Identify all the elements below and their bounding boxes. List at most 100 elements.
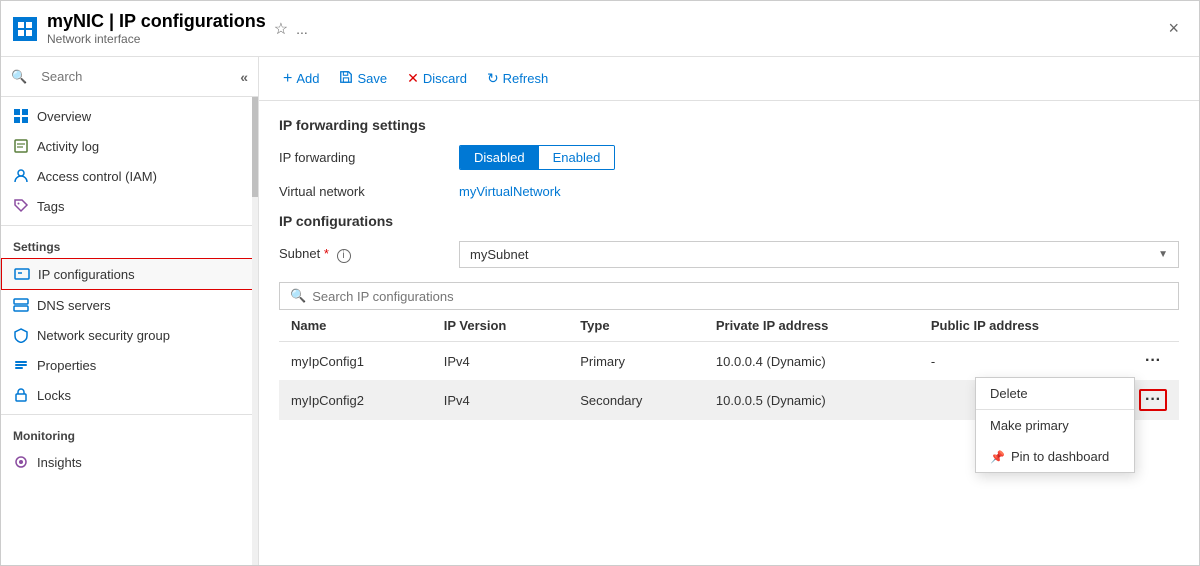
main-window: myNIC | IP configurations Network interf…: [0, 0, 1200, 566]
sidebar-item-activity-log[interactable]: Activity log: [1, 131, 258, 161]
cell-type: Primary: [568, 342, 704, 381]
tag-icon: [13, 198, 29, 214]
grid-icon: [13, 108, 29, 124]
search-icon: 🔍: [11, 69, 27, 85]
pin-icon: 📌: [990, 450, 1005, 464]
sidebar-item-label: Access control (IAM): [37, 169, 157, 184]
sidebar-item-network-security-group[interactable]: Network security group: [1, 320, 258, 350]
sidebar-item-label: Properties: [37, 358, 96, 373]
ip-config-search-input[interactable]: [312, 289, 1168, 304]
shield-icon: [13, 327, 29, 343]
sidebar-item-properties[interactable]: Properties: [1, 350, 258, 380]
log-icon: [13, 138, 29, 154]
cell-more-actions: ···: [1127, 342, 1179, 381]
context-menu-delete[interactable]: Delete: [976, 378, 1134, 410]
subnet-label: Subnet * i: [279, 246, 459, 263]
search-icon: 🔍: [290, 288, 306, 304]
ip-forwarding-section-title: IP forwarding settings: [279, 117, 1179, 133]
cell-name: myIpConfig1: [279, 342, 432, 381]
table-header-row: Name IP Version Type Private IP address …: [279, 310, 1179, 342]
sidebar-item-label: Network security group: [37, 328, 170, 343]
col-type: Type: [568, 310, 704, 342]
virtual-network-link[interactable]: myVirtualNetwork: [459, 184, 561, 199]
discard-button[interactable]: ✕ Discard: [399, 66, 475, 91]
cell-private-ip: 10.0.0.5 (Dynamic): [704, 381, 919, 420]
more-options-icon[interactable]: ...: [296, 21, 308, 37]
sidebar-item-tags[interactable]: Tags: [1, 191, 258, 221]
ip-icon: [14, 266, 30, 282]
cell-ip-version: IPv4: [432, 381, 568, 420]
refresh-button[interactable]: ↻ Refresh: [479, 66, 556, 91]
refresh-icon: ↻: [487, 70, 499, 87]
toggle-enabled-button[interactable]: Enabled: [539, 146, 615, 169]
settings-divider: [1, 225, 258, 226]
context-menu-make-primary[interactable]: Make primary: [976, 410, 1134, 441]
toggle-disabled-button[interactable]: Disabled: [460, 146, 539, 169]
col-ip-version: IP Version: [432, 310, 568, 342]
nav-list: Overview Activity log Access control (IA…: [1, 97, 258, 565]
sidebar-search-box[interactable]: 🔍 «: [1, 57, 258, 97]
add-icon: +: [283, 70, 292, 88]
context-menu-pin-dashboard[interactable]: 📌 Pin to dashboard: [976, 441, 1134, 472]
sidebar-item-ip-configurations[interactable]: IP configurations: [1, 258, 258, 290]
toolbar: + Add Save ✕ Discard ↻ Refresh: [259, 57, 1199, 101]
context-menu: Delete Make primary 📌 Pin to dashboard: [975, 377, 1135, 473]
cell-ip-version: IPv4: [432, 342, 568, 381]
ip-forwarding-label: IP forwarding: [279, 150, 459, 165]
discard-icon: ✕: [407, 70, 419, 87]
sidebar: 🔍 « Overview: [1, 57, 259, 565]
content-panel: + Add Save ✕ Discard ↻ Refresh: [259, 57, 1199, 565]
row-more-button-active[interactable]: ···: [1139, 389, 1167, 411]
sidebar-item-label: Overview: [37, 109, 91, 124]
sidebar-item-label: IP configurations: [38, 267, 135, 282]
ip-config-search-box[interactable]: 🔍: [279, 282, 1179, 310]
toggle-control: Disabled Enabled: [459, 145, 615, 170]
page-subtitle: Network interface: [47, 32, 266, 46]
dns-icon: [13, 297, 29, 313]
app-icon: [13, 17, 37, 41]
sidebar-item-dns-servers[interactable]: DNS servers: [1, 290, 258, 320]
form-content: IP forwarding settings IP forwarding Dis…: [259, 101, 1199, 565]
required-indicator: *: [324, 246, 329, 261]
insights-icon: [13, 454, 29, 470]
monitoring-divider: [1, 414, 258, 415]
col-public-ip: Public IP address: [919, 310, 1127, 342]
col-actions: [1127, 310, 1179, 342]
ip-configurations-section-title: IP configurations: [279, 213, 1179, 229]
search-input[interactable]: [33, 65, 234, 88]
props-icon: [13, 357, 29, 373]
title-action-group: ☆ ...: [274, 19, 308, 39]
sidebar-item-locks[interactable]: Locks: [1, 380, 258, 410]
table-row: myIpConfig2 IPv4 Secondary 10.0.0.5 (Dyn…: [279, 381, 1179, 420]
monitoring-section-label: Monitoring: [1, 419, 258, 447]
sidebar-item-insights[interactable]: Insights: [1, 447, 258, 477]
sidebar-item-access-control[interactable]: Access control (IAM): [1, 161, 258, 191]
ip-forwarding-row: IP forwarding Disabled Enabled: [279, 145, 1179, 170]
favorite-star-icon[interactable]: ☆: [274, 19, 288, 39]
title-bar: myNIC | IP configurations Network interf…: [1, 1, 1199, 57]
virtual-network-label: Virtual network: [279, 184, 459, 199]
title-text-group: myNIC | IP configurations Network interf…: [47, 11, 266, 46]
cell-public-ip: -: [919, 342, 1127, 381]
close-button[interactable]: ×: [1160, 14, 1187, 43]
collapse-sidebar-button[interactable]: «: [240, 69, 248, 85]
virtual-network-row: Virtual network myVirtualNetwork: [279, 184, 1179, 199]
sidebar-item-overview[interactable]: Overview: [1, 101, 258, 131]
ip-config-table-section: 🔍 Name IP Version Type Private IP addres…: [279, 282, 1179, 420]
subnet-dropdown[interactable]: mySubnet ▼: [459, 241, 1179, 268]
row-more-button[interactable]: ···: [1139, 350, 1167, 372]
subnet-row: Subnet * i mySubnet ▼: [279, 241, 1179, 268]
save-icon: [339, 70, 353, 87]
main-layout: 🔍 « Overview: [1, 57, 1199, 565]
col-private-ip: Private IP address: [704, 310, 919, 342]
save-button[interactable]: Save: [331, 66, 395, 91]
cell-type: Secondary: [568, 381, 704, 420]
cell-more-actions: ··· Delete Make primary: [1127, 381, 1179, 420]
add-button[interactable]: + Add: [275, 66, 327, 92]
ip-config-table: Name IP Version Type Private IP address …: [279, 310, 1179, 420]
chevron-down-icon: ▼: [1158, 249, 1168, 260]
sidebar-item-label: Locks: [37, 388, 71, 403]
info-icon[interactable]: i: [337, 249, 351, 263]
ip-forwarding-toggle-group: Disabled Enabled: [459, 145, 1179, 170]
sidebar-item-label: Activity log: [37, 139, 99, 154]
